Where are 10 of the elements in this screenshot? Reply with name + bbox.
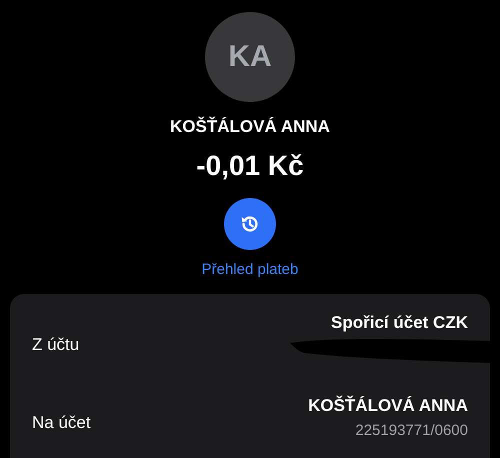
detail-label: Z účtu: [32, 335, 80, 355]
avatar: KA: [205, 12, 295, 102]
payment-history-link[interactable]: Přehled plateb: [202, 261, 298, 278]
detail-label: Na účet: [32, 413, 91, 433]
detail-value: Spořicí účet CZK: [331, 313, 468, 333]
history-button[interactable]: [224, 198, 276, 250]
account-number: 225193771/0600: [355, 422, 468, 438]
recipient-name: KOŠŤÁLOVÁ ANNA: [170, 117, 330, 137]
amount: -0,01 Kč: [196, 150, 304, 182]
detail-value: KOŠŤÁLOVÁ ANNA: [308, 396, 468, 416]
